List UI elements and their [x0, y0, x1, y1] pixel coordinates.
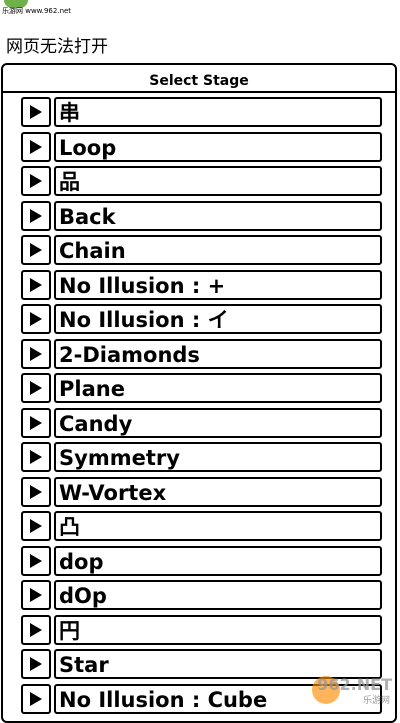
stage-row[interactable]: 円	[21, 614, 382, 645]
play-button[interactable]	[21, 580, 51, 610]
play-button[interactable]	[21, 442, 51, 472]
stage-button[interactable]: dOp	[54, 580, 382, 610]
play-button[interactable]	[21, 545, 51, 576]
stage-label: 品	[59, 170, 80, 194]
play-button[interactable]	[21, 338, 51, 369]
stage-select-panel: Select Stage 串 Loop 品 Back Chain No Illusion …	[1, 63, 397, 723]
play-triangle-icon	[30, 691, 42, 706]
play-triangle-icon	[30, 381, 42, 395]
stage-button[interactable]: Loop	[54, 131, 382, 162]
stage-row[interactable]: W-Vortex	[21, 476, 382, 507]
stage-button[interactable]: Plane	[54, 373, 382, 403]
play-triangle-icon	[30, 657, 42, 671]
stage-label: 2-Diamonds	[59, 342, 200, 367]
play-triangle-icon	[30, 312, 42, 326]
stage-label: No Illusion : +	[59, 273, 226, 298]
play-button[interactable]	[21, 131, 51, 162]
play-triangle-icon	[30, 346, 42, 361]
stage-button[interactable]: 串	[54, 97, 382, 127]
stage-button[interactable]: No Illusion : +	[54, 269, 382, 300]
play-triangle-icon	[30, 208, 42, 223]
stage-button[interactable]: Symmetry	[54, 442, 382, 472]
watermark-top: 乐游网 www.962.net	[0, 0, 80, 22]
play-triangle-icon	[30, 415, 42, 430]
stage-row[interactable]: Back	[21, 200, 382, 231]
play-triangle-icon	[30, 588, 42, 602]
play-button[interactable]	[21, 476, 51, 507]
stage-button[interactable]: 凸	[54, 511, 382, 541]
stage-button[interactable]: 2-Diamonds	[54, 338, 382, 369]
play-triangle-icon	[30, 484, 42, 499]
stage-row[interactable]: 串	[21, 97, 382, 127]
stage-button[interactable]: Chain	[54, 235, 382, 265]
play-button[interactable]	[21, 97, 51, 127]
stage-button[interactable]: dop	[54, 545, 382, 576]
stage-row[interactable]: 2-Diamonds	[21, 338, 382, 369]
stage-label: Star	[59, 653, 109, 677]
stage-row[interactable]: Candy	[21, 407, 382, 438]
play-triangle-icon	[30, 105, 42, 119]
play-triangle-icon	[30, 519, 42, 533]
stage-label: dOp	[59, 584, 107, 608]
play-button[interactable]	[21, 511, 51, 541]
stage-row[interactable]: Loop	[21, 131, 382, 162]
stage-row[interactable]: Symmetry	[21, 442, 382, 472]
stage-label: 串	[59, 101, 80, 125]
play-triangle-icon	[30, 243, 42, 257]
stage-label: No Illusion : イ	[59, 308, 229, 332]
play-triangle-icon	[30, 174, 42, 188]
stage-button[interactable]: Candy	[54, 407, 382, 438]
stage-label: No Illusion : Cube	[59, 687, 268, 712]
stage-label: Candy	[59, 411, 133, 436]
stage-row[interactable]: No Illusion : +	[21, 269, 382, 300]
play-button[interactable]	[21, 200, 51, 231]
page-title: 网页无法打开	[6, 37, 108, 57]
stage-button[interactable]: W-Vortex	[54, 476, 382, 507]
watermark-bottom-text: 962.NET	[317, 675, 392, 694]
stage-row[interactable]: dop	[21, 545, 382, 576]
play-button[interactable]	[21, 235, 51, 265]
play-triangle-icon	[30, 277, 42, 292]
play-triangle-icon	[30, 622, 42, 637]
play-triangle-icon	[30, 553, 42, 568]
watermark-bottom: 962.NET 乐游网	[302, 672, 392, 706]
stage-row[interactable]: dOp	[21, 580, 382, 610]
stage-label: Loop	[59, 135, 117, 160]
stage-row[interactable]: 品	[21, 166, 382, 196]
stage-label: dop	[59, 549, 104, 574]
stage-button[interactable]: No Illusion : イ	[54, 304, 382, 334]
stage-label: Chain	[59, 239, 126, 263]
panel-header: Select Stage	[149, 73, 249, 89]
play-button[interactable]	[21, 304, 51, 334]
play-button[interactable]	[21, 373, 51, 403]
stage-row[interactable]: No Illusion : イ	[21, 304, 382, 334]
stage-button[interactable]: Back	[54, 200, 382, 231]
play-button[interactable]	[21, 614, 51, 645]
play-triangle-icon	[30, 139, 42, 154]
watermark-bottom-sub: 乐游网	[362, 696, 390, 706]
play-button[interactable]	[21, 269, 51, 300]
stage-label: Symmetry	[59, 446, 180, 470]
play-button[interactable]	[21, 407, 51, 438]
play-button[interactable]	[21, 166, 51, 196]
stage-button[interactable]: 品	[54, 166, 382, 196]
play-button[interactable]	[21, 649, 51, 679]
stage-row[interactable]: 凸	[21, 511, 382, 541]
stage-label: Plane	[59, 377, 125, 401]
stage-row[interactable]: Plane	[21, 373, 382, 403]
stage-label: 円	[59, 618, 80, 643]
play-button[interactable]	[21, 683, 51, 714]
stage-label: 凸	[59, 515, 80, 539]
header-divider	[3, 91, 395, 93]
stage-label: W-Vortex	[59, 480, 167, 505]
stage-button[interactable]: 円	[54, 614, 382, 645]
watermark-top-text: 乐游网 www.962.net	[2, 7, 72, 15]
stage-row[interactable]: Chain	[21, 235, 382, 265]
stage-label: Back	[59, 204, 116, 229]
play-triangle-icon	[30, 450, 42, 464]
